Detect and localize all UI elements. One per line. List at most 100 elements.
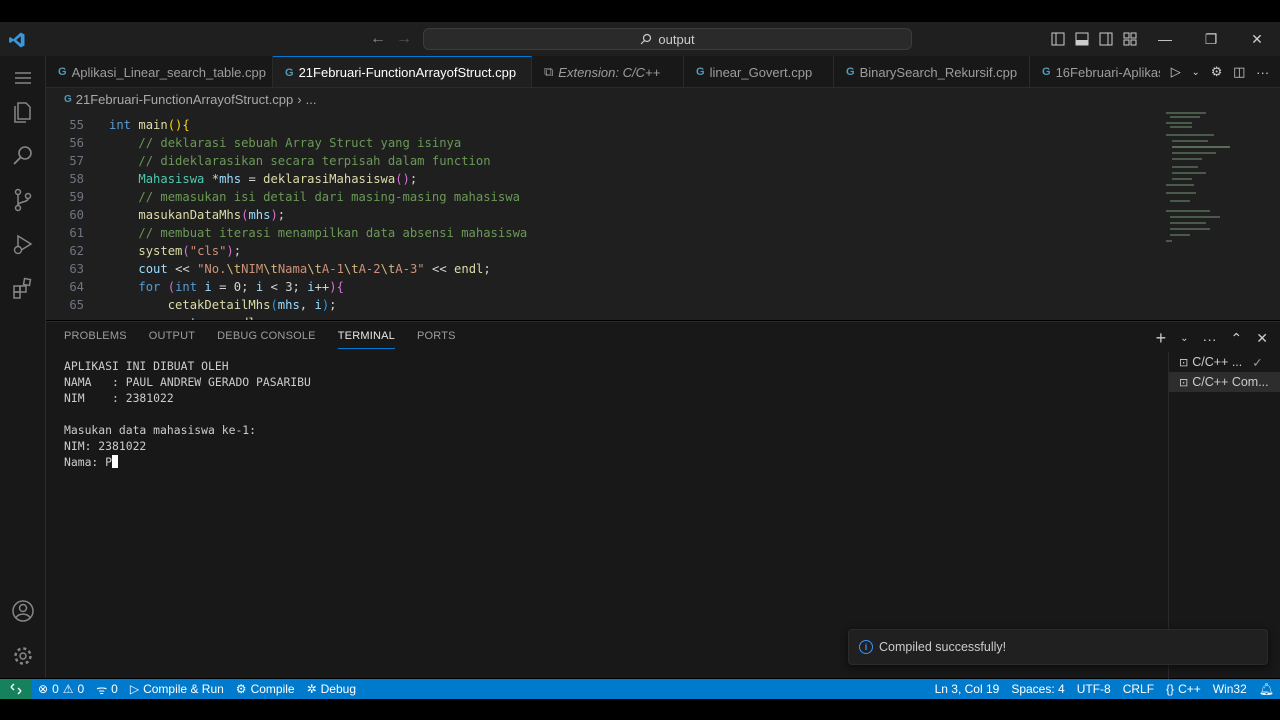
language-label: C++ xyxy=(1178,682,1201,696)
cpp-file-icon: G xyxy=(285,66,294,79)
tab-label: Extension: C/C++ xyxy=(558,64,661,80)
encoding[interactable]: UTF-8 xyxy=(1071,682,1117,696)
back-arrow-icon[interactable]: ← xyxy=(370,30,386,48)
status-bar: ⊗ 0 ⚠ 0 ᯤ0 ▷ Compile & Run ⚙ Compile ✲ Debug … xyxy=(0,679,1280,699)
tab-ports[interactable]: PORTS xyxy=(417,330,456,349)
breadcrumb: G 21Februari-FunctionArrayofStruct.cpp ›… xyxy=(46,88,1280,110)
error-icon: ⊗ xyxy=(38,682,49,696)
breadcrumb-file[interactable]: 21Februari-FunctionArrayofStruct.cpp xyxy=(76,92,293,107)
compile-run-button[interactable]: ▷ Compile & Run xyxy=(124,682,230,696)
breadcrumb-symbol[interactable]: ... xyxy=(306,92,317,107)
close-panel-icon[interactable]: ✕ xyxy=(1256,330,1268,347)
toggle-secondary-sidebar-icon[interactable] xyxy=(1094,22,1118,56)
toggle-primary-sidebar-icon[interactable] xyxy=(1046,22,1070,56)
cpp-file-icon: G xyxy=(696,66,705,78)
close-window-icon[interactable]: ✕ xyxy=(1234,22,1280,56)
bug-icon: ✲ xyxy=(306,682,317,696)
title-bar: ← → output — ❐ ✕ xyxy=(0,22,1280,56)
run-and-debug-icon[interactable] xyxy=(0,222,46,266)
split-editor-icon[interactable]: ◫ xyxy=(1233,64,1245,80)
compile-button[interactable]: ⚙ Compile xyxy=(230,682,301,696)
chevron-down-icon[interactable]: ⌄ xyxy=(1180,333,1188,344)
restore-icon[interactable]: ❐ xyxy=(1188,22,1234,56)
platform[interactable]: Win32 xyxy=(1207,682,1253,696)
cursor-position[interactable]: Ln 3, Col 19 xyxy=(929,682,1006,696)
code-line: 55 int main(){ xyxy=(46,116,189,134)
tab-output[interactable]: OUTPUT xyxy=(149,330,195,349)
run-file-icon[interactable]: ▷ xyxy=(1171,64,1181,80)
new-terminal-plus-icon[interactable]: + xyxy=(1156,328,1167,349)
activity-bar xyxy=(0,56,46,678)
extension-icon: ⧉ xyxy=(544,64,554,79)
tab-label: BinarySearch_Rekursif.cpp xyxy=(859,64,1018,80)
ports-status[interactable]: ᯤ0 xyxy=(90,681,124,698)
maximize-panel-icon[interactable]: ⌃ xyxy=(1231,330,1243,347)
code-line: 60 masukanDataMhs(mhs); xyxy=(46,206,285,224)
search-icon[interactable] xyxy=(0,133,46,177)
tab-label: Aplikasi_Linear_search_table.cpp xyxy=(71,64,266,80)
indentation[interactable]: Spaces: 4 xyxy=(1005,682,1070,696)
terminal-line: NIM: 2381022 xyxy=(64,439,147,453)
tab-21februari-function-array-of-struct[interactable]: G 21Februari-FunctionArrayofStruct.cpp xyxy=(273,56,532,87)
warning-count: 0 xyxy=(77,682,85,696)
editor-tabs: G Aplikasi_Linear_search_table.cpp G 21F… xyxy=(46,56,1280,88)
forward-arrow-icon[interactable]: → xyxy=(396,30,412,48)
tab-extension-cpp[interactable]: ⧉ Extension: C/C++ xyxy=(532,56,684,87)
compile-label: Compile xyxy=(250,682,295,696)
line-number: 61 xyxy=(69,226,84,240)
explorer-icon[interactable] xyxy=(0,89,46,133)
settings-gear-icon[interactable]: ⚙ xyxy=(1211,64,1223,80)
cpp-file-icon: G xyxy=(64,93,72,105)
debug-button[interactable]: ✲ Debug xyxy=(301,682,362,696)
code-line: 57 // dideklarasikan secara terpisah dal… xyxy=(46,152,490,170)
tab-terminal[interactable]: TERMINAL xyxy=(337,330,395,349)
toggle-panel-icon[interactable] xyxy=(1070,22,1094,56)
notification-toast[interactable]: i Compiled successfully! xyxy=(848,629,1268,665)
extensions-icon[interactable] xyxy=(0,266,46,310)
play-icon: ▷ xyxy=(129,682,140,696)
accounts-icon[interactable] xyxy=(0,589,46,633)
customize-layout-icon[interactable] xyxy=(1118,22,1142,56)
terminal-item[interactable]: ⊡ C/C++ Com... xyxy=(1169,372,1280,392)
terminal-item[interactable]: ⊡ C/C++ ... ✓ xyxy=(1169,352,1280,372)
code-line: cout << endl; xyxy=(46,314,263,320)
more-actions-icon[interactable]: ··· xyxy=(1203,331,1217,347)
tab-debug-console[interactable]: DEBUG CONSOLE xyxy=(217,330,316,349)
tab-label: 16Februari-Aplikas xyxy=(1055,64,1165,80)
command-center-search[interactable]: output xyxy=(423,28,912,50)
prompt-input: P xyxy=(105,455,113,469)
source-control-icon[interactable] xyxy=(0,178,46,222)
check-icon: ✓ xyxy=(1252,355,1263,370)
minimize-icon[interactable]: — xyxy=(1142,22,1188,56)
tab-binary-search-rekursif[interactable]: G BinarySearch_Rekursif.cpp xyxy=(834,56,1030,87)
terminal-item-label: C/C++ ... xyxy=(1192,355,1243,369)
more-actions-icon[interactable]: ··· xyxy=(1256,65,1269,80)
problems-status[interactable]: ⊗ 0 ⚠ 0 xyxy=(32,682,90,696)
notifications-bell-icon[interactable]: 🔔︎ xyxy=(1253,682,1280,696)
toast-message: Compiled successfully! xyxy=(879,640,1007,654)
code-line: 61 // membuat iterasi menampilkan data a… xyxy=(46,224,527,242)
terminal-line: NIM : 2381022 xyxy=(64,391,174,405)
language-mode[interactable]: {} C++ xyxy=(1160,682,1207,696)
manage-gear-icon[interactable] xyxy=(0,634,46,678)
code-editor[interactable]: 55 int main(){ 56 // deklarasi sebuah Ar… xyxy=(46,110,1280,320)
end-of-line[interactable]: CRLF xyxy=(1117,682,1160,696)
vscode-logo-icon[interactable] xyxy=(8,31,26,49)
tab-aplikasi-linear-search[interactable]: G Aplikasi_Linear_search_table.cpp xyxy=(46,56,273,87)
remote-indicator-icon[interactable] xyxy=(0,679,32,699)
terminal-prompt-line[interactable]: Nama: P xyxy=(64,454,311,470)
search-icon xyxy=(640,33,652,45)
command-center-text: output xyxy=(658,31,695,47)
chevron-down-icon[interactable]: ⌄ xyxy=(1192,67,1200,78)
tab-problems[interactable]: PROBLEMS xyxy=(64,330,127,349)
cpp-file-icon: G xyxy=(1042,66,1051,78)
tab-16februari-aplikasi[interactable]: G 16Februari-Aplikas xyxy=(1030,56,1170,87)
bottom-panel: PROBLEMS OUTPUT DEBUG CONSOLE TERMINAL P… xyxy=(46,321,1280,679)
terminal-output[interactable]: APLIKASI INI DIBUAT OLEH NAMA : PAUL AND… xyxy=(64,358,311,470)
tab-linear-govert[interactable]: G linear_Govert.cpp xyxy=(684,56,834,87)
cpp-file-icon: G xyxy=(58,66,67,78)
line-number: 57 xyxy=(69,154,84,168)
minimap[interactable] xyxy=(1166,110,1266,320)
line-number: 64 xyxy=(69,280,84,294)
